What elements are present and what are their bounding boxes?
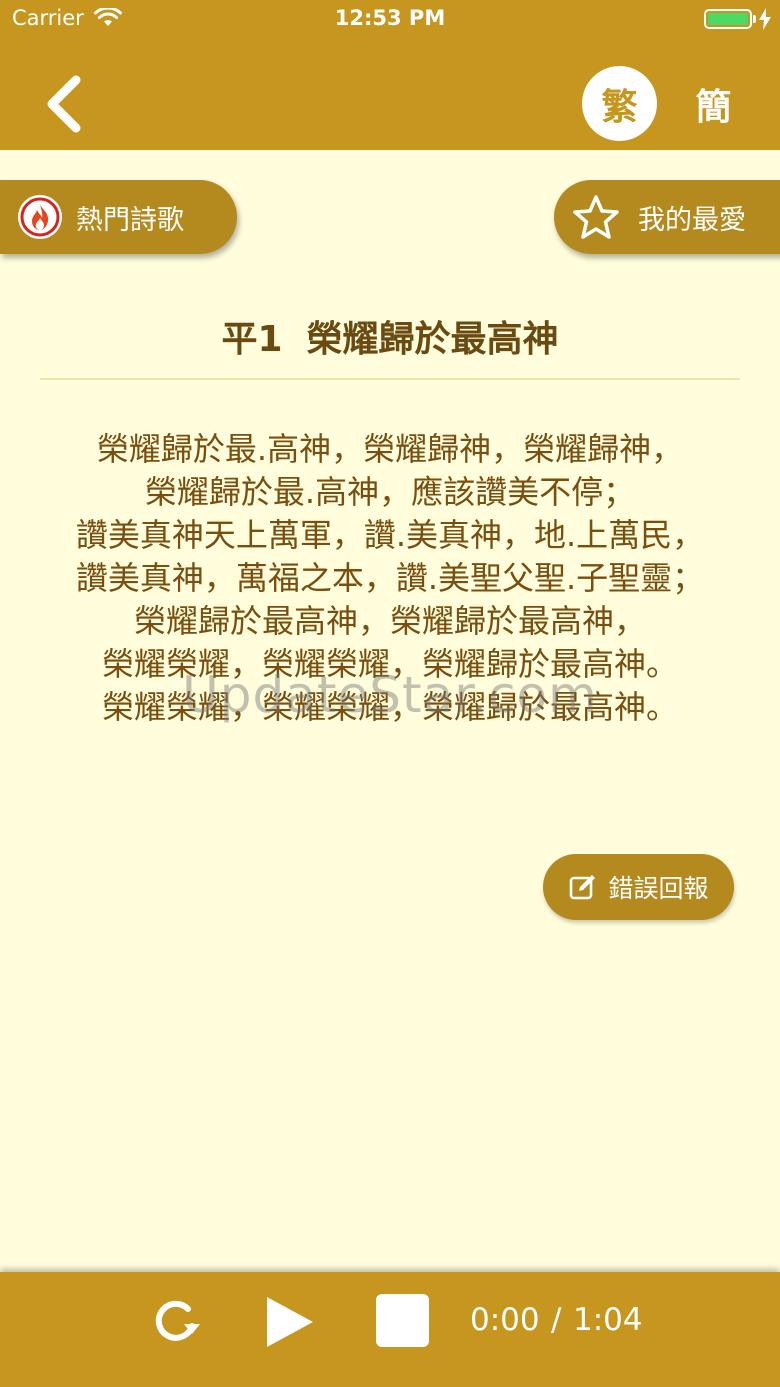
lyric-line: 榮耀歸於最.高神，應該讚美不停； [144,473,636,511]
report-error-label: 錯誤回報 [608,874,709,903]
charging-icon [759,8,771,34]
battery-icon [704,9,752,29]
repeat-icon [155,1300,200,1341]
repeat-button[interactable] [148,1296,204,1352]
favorites-label: 我的最愛 [638,204,746,236]
current-time: 0:00 [470,1302,540,1338]
report-error-button[interactable]: 錯誤回報 [543,854,734,920]
stop-button[interactable] [376,1294,429,1347]
lyric-line: 讚美真神天上萬軍，讚.美真神，地.上萬民， [75,516,705,554]
back-button[interactable] [40,74,90,134]
battery-tip [753,15,756,23]
hot-songs-label: 熱門詩歌 [76,204,184,236]
lyric-line: 榮耀歸於最.高神，榮耀歸神，榮耀歸神， [96,430,684,468]
simplified-chinese-button[interactable]: 簡 [676,66,751,141]
favorites-button[interactable]: 我的最愛 [554,180,780,254]
edit-icon [568,872,598,902]
title-divider [40,378,740,380]
status-bar: Carrier 12:53 PM [0,0,780,40]
total-time: 1:04 [573,1302,643,1338]
song-title-text: 榮耀歸於最高神 [306,319,559,360]
fire-icon [18,195,62,239]
lyric-line: 榮耀歸於最高神，榮耀歸於最高神， [133,602,646,640]
play-icon [267,1297,313,1347]
traditional-chinese-button[interactable]: 繁 [582,66,657,141]
song-title: 平1 榮耀歸於最高神 [0,310,780,362]
watermark: UpdateStar.com [182,666,598,724]
song-number: 平1 [221,319,283,360]
chevron-left-icon [47,75,81,133]
status-time: 12:53 PM [334,6,446,30]
play-button[interactable] [262,1294,316,1354]
hot-songs-button[interactable]: 熱門詩歌 [0,180,237,254]
lyric-line: 讚美真神，萬福之本，讚.美聖父聖.子聖靈； [75,559,705,597]
star-icon [572,194,620,240]
time-separator: / [551,1302,562,1338]
app-header: Carrier 12:53 PM 繁 簡 [0,0,780,150]
audio-player-bar: 0:00 / 1:04 [0,1272,780,1387]
